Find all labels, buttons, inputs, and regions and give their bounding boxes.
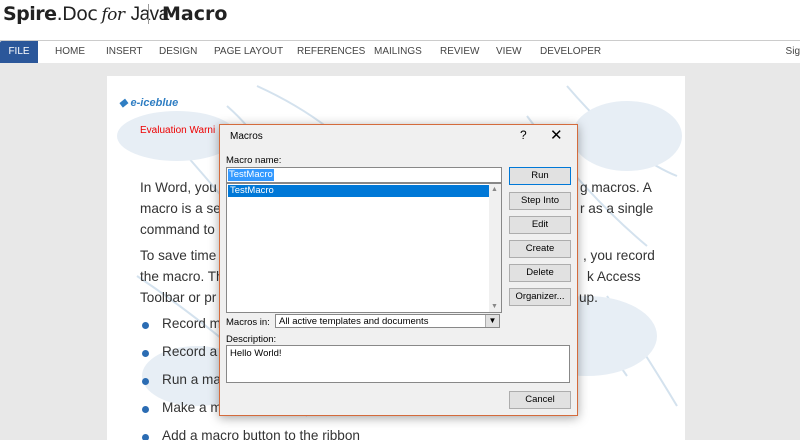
bullet-icon [142,406,149,413]
doc-line: the macro. Th [140,269,224,284]
delete-button[interactable]: Delete [509,264,571,282]
brand-for: for [101,5,125,25]
scroll-up-icon[interactable]: ▲ [491,186,498,193]
tab-home[interactable]: HOME [55,41,85,63]
doc-line: , you record [583,248,655,263]
doc-line: k Access [587,269,641,284]
tab-developer[interactable]: DEVELOPER [540,41,601,63]
doc-line: up. [579,290,598,305]
help-icon[interactable]: ? [520,128,527,142]
brand-doc: .Doc [56,3,98,25]
macro-name-value: TestMacro [228,169,274,181]
create-button[interactable]: Create [509,240,571,258]
edit-button[interactable]: Edit [509,216,571,234]
close-icon[interactable]: ✕ [550,126,563,144]
list-scrollbar[interactable]: ▲ ▼ [489,184,501,312]
list-item[interactable]: TestMacro [228,185,490,197]
run-button[interactable]: Run [509,167,571,185]
logo-icon: ◆ [119,97,128,109]
doc-line: Toolbar or pr [140,290,217,305]
sign-in-link[interactable]: Sig [786,41,800,63]
bullet-item: Run a mac [162,372,228,387]
doc-line: To save time [140,248,217,263]
macros-in-label: Macros in: [226,317,270,328]
bullet-icon [142,378,149,385]
doc-line: macro is a se [140,201,221,216]
dialog-title: Macros [230,131,263,142]
chevron-down-icon[interactable]: ▼ [485,315,499,327]
tab-design[interactable]: DESIGN [159,41,197,63]
doc-line: In Word, you [140,180,217,195]
organizer-button[interactable]: Organizer... [509,288,571,306]
cancel-button[interactable]: Cancel [509,391,571,409]
doc-line: g macros. A [580,180,652,195]
tab-mailings[interactable]: MAILINGS [374,41,422,63]
tab-insert[interactable]: INSERT [106,41,143,63]
bullet-icon [142,350,149,357]
macros-in-value: All active templates and documents [279,316,429,327]
bullet-icon [142,322,149,329]
evaluation-warning: Evaluation Warni [140,125,216,136]
tab-view[interactable]: VIEW [496,41,522,63]
e-iceblue-logo: ◆ e-iceblue [119,96,178,109]
title-bar: Spire.Doc for Java Macro [0,0,800,40]
bullet-item: Add a macro button to the ribbon [162,428,360,440]
tab-file[interactable]: FILE [0,41,38,63]
bullet-icon [142,434,149,440]
logo-text: e-iceblue [130,97,179,109]
bullet-item: Make a m [162,400,222,415]
brand-spire: Spire [3,3,57,25]
doc-line: r as a single [580,201,654,216]
tab-page-layout[interactable]: PAGE LAYOUT [214,41,283,63]
step-into-button[interactable]: Step Into [509,192,571,210]
doc-line: command to [140,222,215,237]
macro-name-label: Macro name: [226,155,282,166]
description-field[interactable]: Hello World! [226,345,570,383]
title-separator [148,4,149,24]
macros-dialog: Macros ? ✕ Macro name: TestMacro TestMac… [219,124,578,416]
ribbon-tabs: FILE HOME INSERT DESIGN PAGE LAYOUT REFE… [0,40,800,64]
brand-logo: Spire.Doc for Java [3,3,169,26]
scroll-down-icon[interactable]: ▼ [491,303,498,310]
tab-review[interactable]: REVIEW [440,41,479,63]
macro-list[interactable]: TestMacro ▲ ▼ [226,183,502,313]
description-label: Description: [226,334,277,345]
page-title: Macro [162,3,228,25]
macro-name-input[interactable]: TestMacro [226,167,502,183]
tab-references[interactable]: REFERENCES [297,41,365,63]
macros-in-select[interactable]: All active templates and documents ▼ [275,314,500,328]
